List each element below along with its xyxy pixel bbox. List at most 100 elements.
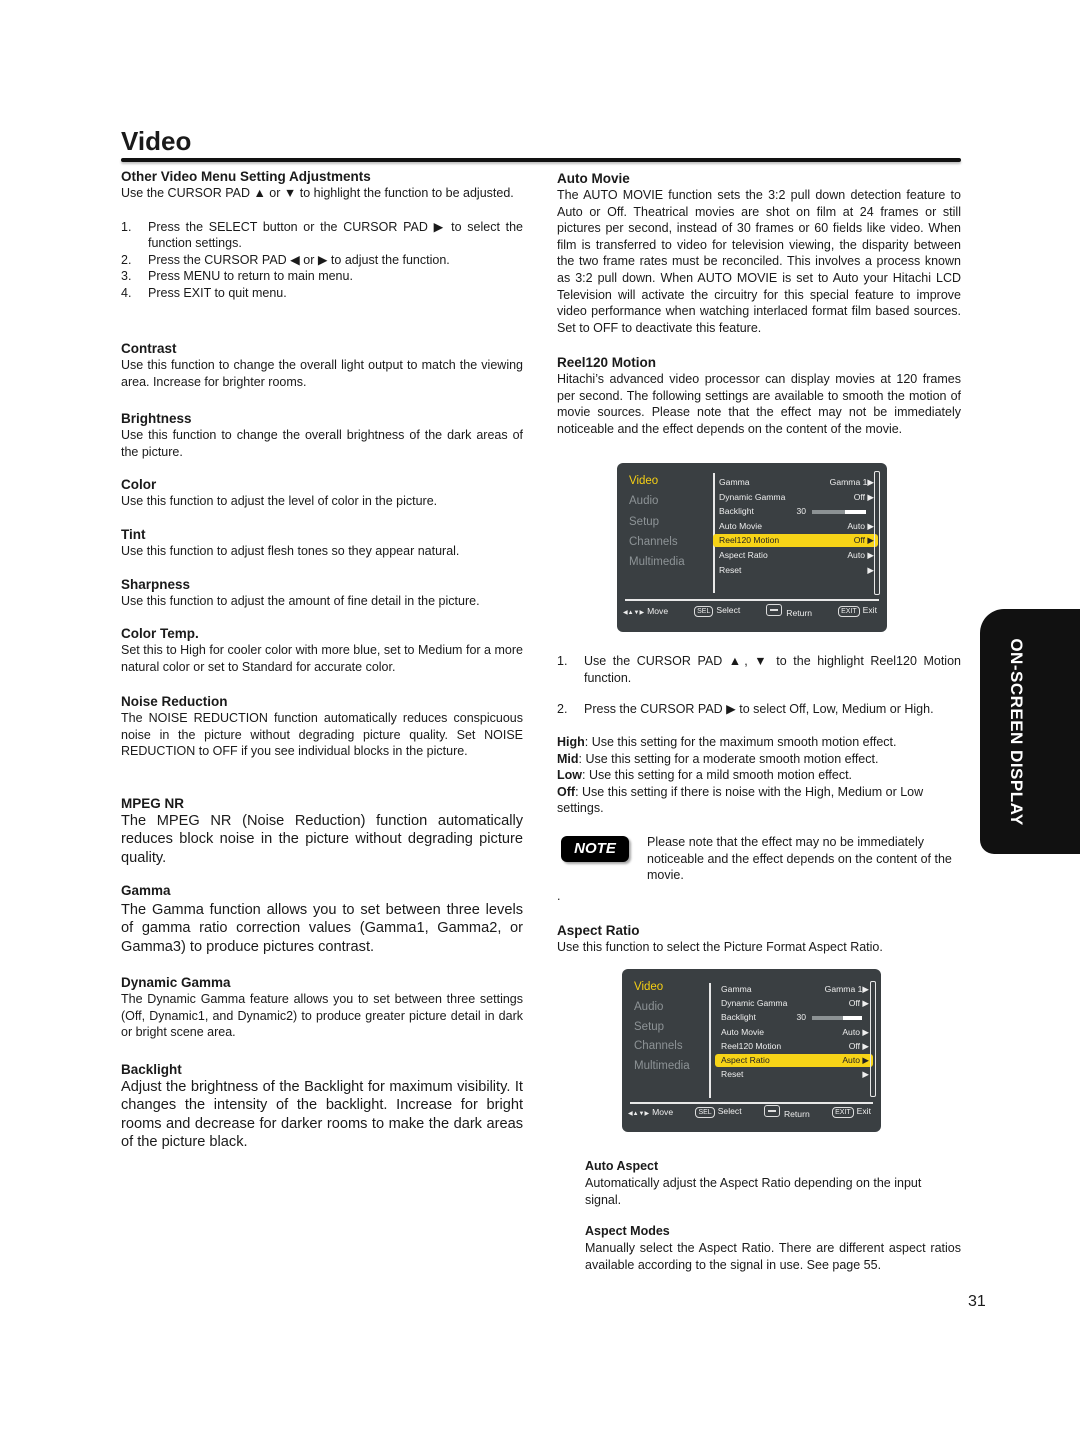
osd-item-label: Aspect Ratio <box>719 550 768 560</box>
page-number: 31 <box>968 1293 986 1310</box>
step-number: 2. <box>121 252 132 267</box>
side-tab-label: ON-SCREEN DISPLAY <box>1007 637 1026 826</box>
option-text: : Use this setting for the maximum smoot… <box>584 735 897 749</box>
osd-item-backlight[interactable]: Backlight 30 <box>713 505 878 518</box>
osd-item-dynamic-gamma[interactable]: Dynamic Gamma Off ▶ <box>713 491 878 504</box>
option-term: High <box>557 735 585 749</box>
osd-footer-exit: EXIT Exit <box>832 1106 871 1118</box>
osd-category-setup[interactable]: Setup <box>634 1021 664 1033</box>
osd-item-label: Aspect Ratio <box>721 1055 770 1065</box>
osd-item-label: Reel120 Motion <box>719 535 780 546</box>
section-heading: Dynamic Gamma <box>121 975 231 990</box>
step-text: Press the CURSOR PAD ◀ or ▶ to adjust th… <box>148 252 450 267</box>
section-noise-reduction: Noise Reduction The NOISE REDUCTION func… <box>121 693 523 760</box>
osd-item-label: Reset <box>719 564 742 575</box>
step-number: 3. <box>121 269 132 284</box>
osd-vertical-divider <box>709 983 711 1098</box>
section-text: Adjust the brightness of the Backlight f… <box>121 1079 523 1151</box>
osd-item-label: Gamma <box>721 984 752 994</box>
osd-footer-return: Return <box>766 604 812 618</box>
osd-item-value: Auto ▶ <box>842 1055 869 1065</box>
osd-category-video[interactable]: Video <box>629 475 658 487</box>
section-text: Use this function to change the overall … <box>121 358 523 389</box>
section-heading: Sharpness <box>121 577 191 592</box>
osd-item-value: Off ▶ <box>848 998 869 1009</box>
step-text: Press EXIT to quit menu. <box>148 285 287 300</box>
osd-category-audio[interactable]: Audio <box>634 1001 663 1013</box>
section-mpeg-nr: MPEG NR The MPEG NR (Noise Reduction) fu… <box>121 795 523 867</box>
osd-category-multimedia[interactable]: Multimedia <box>634 1060 690 1072</box>
osd-item-value: ▶ <box>862 1069 869 1080</box>
section-auto-movie: Auto Movie The AUTO MOVIE function sets … <box>557 170 961 336</box>
osd-category-setup[interactable]: Setup <box>629 516 659 528</box>
osd-category-channels[interactable]: Channels <box>629 536 678 548</box>
section-text: Hitachi’s advanced video processor can d… <box>557 372 961 436</box>
osd-item-aspect-ratio[interactable]: Aspect Ratio Auto ▶ <box>715 1054 873 1067</box>
osd-item-value: Auto ▶ <box>842 1026 869 1037</box>
section-text: Use this function to adjust the amount o… <box>121 594 480 608</box>
osd-item-gamma[interactable]: Gamma Gamma 1▶ <box>715 983 873 996</box>
option-off: Off: Use this setting if there is noise … <box>557 784 947 817</box>
osd-item-label: Dynamic Gamma <box>721 998 788 1009</box>
section-brightness: Brightness Use this function to change t… <box>121 410 523 460</box>
backlight-slider[interactable] <box>812 1016 862 1021</box>
osd-item-reset[interactable]: Reset ▶ <box>715 1068 873 1081</box>
osd-item-value: Gamma 1▶ <box>824 984 869 994</box>
option-low: Low: Use this setting for a mild smooth … <box>557 767 961 784</box>
section-reel120: Reel120 Motion Hitachi’s advanced video … <box>557 354 961 437</box>
osd-item-reset[interactable]: Reset ▶ <box>713 564 878 577</box>
osd-item-label: Backlight <box>721 1012 756 1023</box>
step-text: Press the CURSOR PAD ▶ to select Off, Lo… <box>584 702 934 717</box>
section-tint: Tint Use this function to adjust flesh t… <box>121 526 523 560</box>
osd-item-reel120-motion[interactable]: Reel120 Motion Off ▶ <box>715 1040 873 1053</box>
osd-item-dynamic-gamma[interactable]: Dynamic Gamma Off ▶ <box>715 997 873 1010</box>
exit-key-icon: EXIT <box>838 606 860 617</box>
backlight-slider[interactable] <box>812 510 866 515</box>
osd-item-value: Gamma 1▶ <box>829 477 874 487</box>
osd-category-multimedia[interactable]: Multimedia <box>629 556 685 568</box>
osd-footer-return: Return <box>763 1105 810 1119</box>
section-auto-aspect: Auto Aspect Automatically adjust the Asp… <box>585 1158 961 1208</box>
step-number: 2. <box>557 702 568 717</box>
section-aspect-ratio: Aspect Ratio Use this function to select… <box>557 922 961 956</box>
osd-category-channels[interactable]: Channels <box>634 1040 683 1052</box>
move-arrows-icon: ◀▲▼▶ <box>628 1111 650 1117</box>
section-text: Use this function to change the overall … <box>121 428 523 459</box>
osd-footer-move: ◀▲▼▶ Move <box>628 1107 674 1117</box>
osd-category-audio[interactable]: Audio <box>629 495 658 507</box>
return-key-icon <box>763 1105 780 1117</box>
osd-item-label: Dynamic Gamma <box>719 491 786 502</box>
section-text: The Dynamic Gamma feature allows you to … <box>121 992 523 1040</box>
section-contrast: Contrast Use this function to change the… <box>121 340 523 390</box>
section-heading: Reel120 Motion <box>557 355 657 370</box>
osd-scrollbar[interactable] <box>870 981 876 1097</box>
osd-item-auto-movie[interactable]: Auto Movie Auto ▶ <box>713 520 878 533</box>
osd-footer-select: SEL Select <box>694 605 740 617</box>
osd-category-video[interactable]: Video <box>634 981 663 993</box>
section-heading: Backlight <box>121 1062 182 1077</box>
osd-item-value: 30 <box>796 506 806 517</box>
osd-item-label: Reel120 Motion <box>721 1040 782 1051</box>
section-text: Automatically adjust the Aspect Ratio de… <box>585 1176 922 1207</box>
osd-item-gamma[interactable]: Gamma Gamma 1▶ <box>713 476 878 489</box>
osd-scrollbar[interactable] <box>874 471 880 595</box>
osd-item-aspect-ratio[interactable]: Aspect Ratio Auto ▶ <box>713 549 878 562</box>
section-heading: Aspect Ratio <box>557 923 640 938</box>
return-key-icon <box>766 604 783 616</box>
step-item: 1. Press the SELECT button or the CURSOR … <box>121 219 523 252</box>
osd-item-backlight[interactable]: Backlight 30 <box>715 1011 873 1024</box>
osd-item-reel120-motion[interactable]: Reel120 Motion Off ▶ <box>713 534 878 548</box>
osd-item-value: Off ▶ <box>853 491 874 502</box>
osd-item-value: 30 <box>796 1012 806 1023</box>
stray-dot-text: . <box>557 889 561 903</box>
section-aspect-modes: Aspect Modes Manually select the Aspect … <box>585 1223 961 1273</box>
osd-horizontal-divider <box>625 599 879 601</box>
section-text: Use this function to adjust the level of… <box>121 494 438 508</box>
option-high: High: Use this setting for the maximum s… <box>557 734 961 751</box>
osd-footer: ◀▲▼▶ Move SEL Select Return EXIT Exit <box>623 604 877 618</box>
section-color-temp: Color Temp. Set this to High for cooler … <box>121 625 523 675</box>
section-text: Use the CURSOR PAD ▲ or ▼ to highlight t… <box>121 186 514 200</box>
osd-item-auto-movie[interactable]: Auto Movie Auto ▶ <box>715 1026 873 1039</box>
step-number: 1. <box>557 654 568 668</box>
osd-item-value: Off ▶ <box>848 1040 869 1051</box>
